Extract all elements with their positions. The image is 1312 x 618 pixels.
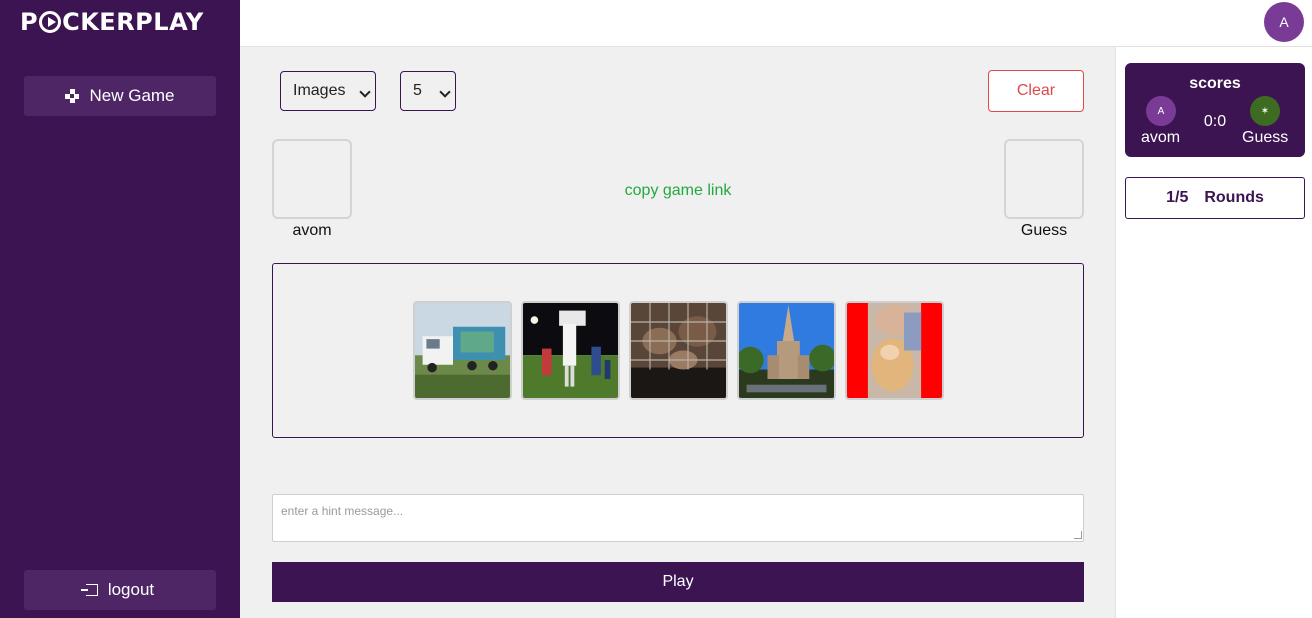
player-a-name: avom bbox=[1141, 129, 1181, 146]
scores-card: scores A 0:0 ✶ avom Guess bbox=[1125, 63, 1305, 157]
right-panel: scores A 0:0 ✶ avom Guess 1/5 Rounds bbox=[1115, 47, 1312, 618]
cage-image[interactable] bbox=[629, 301, 728, 400]
image-selection-area bbox=[272, 263, 1084, 438]
logout-icon bbox=[80, 584, 98, 596]
player-slot-left bbox=[272, 139, 352, 219]
church-image[interactable] bbox=[737, 301, 836, 400]
chevron-down-icon bbox=[439, 86, 451, 98]
player-slot-right bbox=[1004, 139, 1084, 219]
gamepad-icon bbox=[65, 89, 80, 103]
count-select-value: 5 bbox=[413, 82, 422, 99]
scores-title: scores bbox=[1189, 75, 1241, 92]
rounds-count: 1/5 bbox=[1166, 189, 1189, 206]
hint-message-input[interactable] bbox=[272, 494, 1084, 542]
count-select[interactable]: 5 bbox=[400, 71, 456, 111]
player-name-right: Guess bbox=[1020, 222, 1068, 239]
rounds-indicator: 1/5 Rounds bbox=[1125, 177, 1305, 219]
football-field-image[interactable] bbox=[521, 301, 620, 400]
resize-handle-icon[interactable] bbox=[1074, 531, 1082, 539]
header: A bbox=[240, 0, 1312, 47]
chevron-down-icon bbox=[359, 86, 371, 98]
play-button[interactable]: Play bbox=[272, 562, 1084, 602]
clear-button[interactable]: Clear bbox=[988, 70, 1084, 112]
sidebar: P CKERPLAY New Game logout bbox=[0, 0, 240, 618]
new-game-button[interactable]: New Game bbox=[24, 76, 216, 116]
copy-game-link[interactable]: copy game link bbox=[352, 182, 1004, 200]
player-b-name: Guess bbox=[1242, 129, 1289, 146]
logo-text-end: CKERPLAY bbox=[62, 8, 204, 36]
logo-text-start: P bbox=[20, 8, 39, 36]
logout-label: logout bbox=[107, 580, 155, 599]
cat-photo-image[interactable] bbox=[845, 301, 944, 400]
player-name-left: avom bbox=[292, 222, 332, 239]
new-game-label: New Game bbox=[89, 86, 175, 105]
logo[interactable]: P CKERPLAY bbox=[20, 8, 204, 36]
truck-image[interactable] bbox=[413, 301, 512, 400]
logout-button[interactable]: logout bbox=[24, 570, 216, 610]
mode-select[interactable]: Images bbox=[280, 71, 376, 111]
mode-select-value: Images bbox=[293, 82, 346, 99]
play-logo-icon bbox=[39, 11, 62, 33]
user-avatar[interactable]: A bbox=[1264, 2, 1304, 42]
rounds-label: Rounds bbox=[1204, 189, 1264, 206]
player-b-avatar: ✶ bbox=[1250, 96, 1280, 126]
